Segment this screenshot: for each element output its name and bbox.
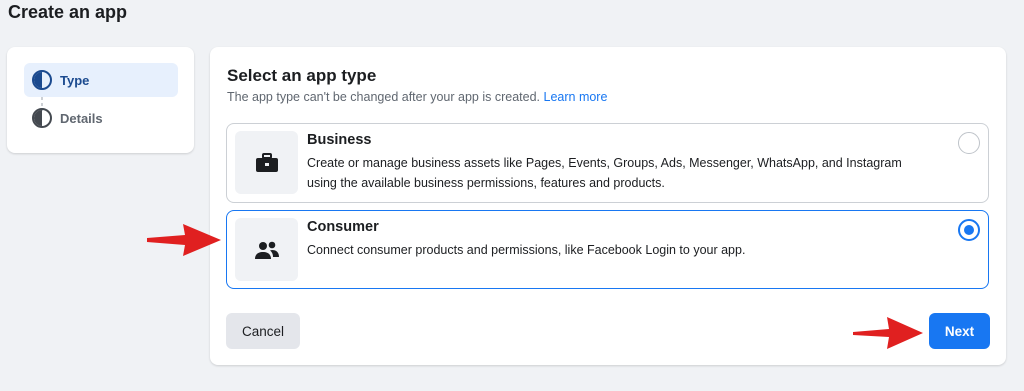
option-description: Create or manage business assets like Pa… [307, 156, 902, 190]
subtitle-text: The app type can't be changed after your… [227, 90, 541, 104]
annotation-arrow-next [853, 317, 923, 349]
section-title: Select an app type [227, 66, 377, 85]
step-details[interactable]: Details [24, 101, 178, 135]
step-type[interactable]: Type [24, 63, 178, 97]
option-business-radio[interactable] [958, 132, 980, 154]
option-description: Connect consumer products and permission… [307, 243, 746, 257]
page-title: Create an app [8, 2, 128, 22]
next-button[interactable]: Next [929, 313, 990, 349]
steps-panel: Type Details [7, 47, 194, 153]
annotation-arrow-consumer [147, 224, 221, 256]
option-icon-box [235, 218, 298, 281]
section-subtitle: The app type can't be changed after your… [227, 90, 607, 104]
option-business[interactable]: Business Create or manage business asset… [226, 123, 989, 203]
half-circle-icon [32, 70, 52, 90]
people-icon [254, 241, 279, 259]
option-icon-box [235, 131, 298, 194]
step-label: Details [60, 110, 103, 126]
step-label: Type [60, 72, 90, 88]
option-consumer[interactable]: Consumer Connect consumer products and p… [226, 210, 989, 289]
option-title: Consumer [307, 219, 379, 235]
option-consumer-radio[interactable] [958, 219, 980, 241]
option-title: Business [307, 132, 372, 148]
cancel-button[interactable]: Cancel [226, 313, 300, 349]
half-circle-icon [32, 108, 52, 128]
briefcase-icon [255, 152, 278, 172]
learn-more-link[interactable]: Learn more [544, 90, 608, 104]
